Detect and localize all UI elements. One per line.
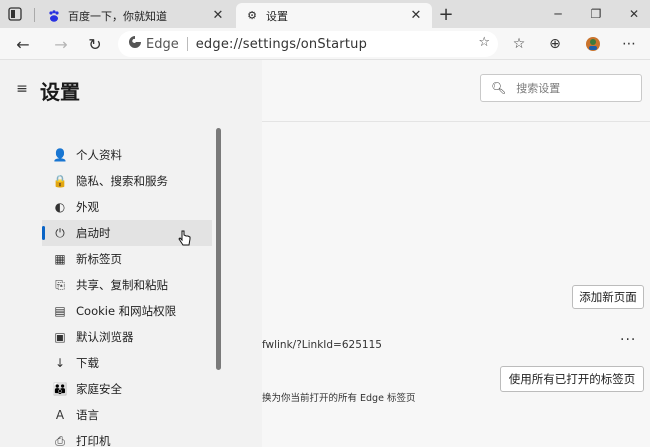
lock-icon: 🔒 [52,174,68,188]
address-bar[interactable]: Edge edge://settings/onStartup ☆ [118,31,498,57]
family-icon: 👪 [52,382,68,396]
sidebar-item-downloads[interactable]: ↓ 下载 [42,350,212,376]
profile-icon: 👤 [52,148,68,162]
hamburger-menu-icon[interactable]: ≡ [14,81,30,97]
more-options-icon[interactable]: ... [620,328,636,344]
sidebar-item-privacy[interactable]: 🔒 隐私、搜索和服务 [42,168,212,194]
sidebar-item-label: 共享、复制和粘贴 [76,278,168,292]
sidebar-item-label: 默认浏览器 [76,330,134,344]
edge-logo-icon [128,35,142,53]
sidebar-item-label: 隐私、搜索和服务 [76,174,168,188]
new-tab-button[interactable]: + [436,4,456,25]
appearance-icon: ◐ [54,200,66,214]
baidu-paw-icon [46,8,62,24]
profile-avatar-icon[interactable] [582,33,604,55]
favorites-icon[interactable]: ☆ [508,33,530,55]
minimize-icon[interactable]: ─ [548,4,568,24]
use-open-tabs-description: 换为你当前打开的所有 Edge 标签页 [262,393,416,404]
sidebar-item-profile[interactable]: 👤 个人资料 [42,142,212,168]
sidebar-item-default-browser[interactable]: ▣ 默认浏览器 [42,324,212,350]
search-placeholder: 搜索设置 [516,82,561,95]
language-icon: A [55,408,65,422]
page-title: 设置 [40,80,80,104]
tab-baidu[interactable]: 百度一下，你就知道 ✕ [38,3,234,28]
sidebar-item-label: 外观 [76,200,99,214]
power-icon: ⏻ [55,225,65,240]
back-icon[interactable]: ← [12,33,34,55]
sidebar-item-label: 家庭安全 [76,382,122,396]
restore-icon[interactable]: ❐ [586,4,606,24]
settings-main: 🔍︎ 搜索设置 添加新页面 ... fwlink/?LinkId=625115 … [262,60,650,447]
header-divider [262,121,650,122]
sidebar-item-label: 新标签页 [76,252,122,266]
forward-icon[interactable]: → [50,33,72,55]
tab-actions-icon[interactable] [6,5,24,23]
tab-title: 百度一下，你就知道 [68,9,167,23]
default-browser-icon: ▣ [54,330,66,344]
sidebar-item-family[interactable]: 👪 家庭安全 [42,376,212,402]
address-brand: Edge [146,36,179,52]
sidebar-item-appearance[interactable]: ◐ 外观 [42,194,212,220]
sidebar-item-languages[interactable]: A 语言 [42,402,212,428]
sidebar-item-label: Cookie 和网站权限 [76,304,177,318]
sidebar-item-label: 下载 [76,356,99,370]
settings-nav: 👤 个人资料 🔒 隐私、搜索和服务 ◐ 外观 ⏻ 启动时 ▦ 新标签页 ⎘ 共享… [42,142,212,447]
printer-icon: ⎙ [55,433,65,447]
tab-settings[interactable]: ⚙ 设置 ✕ [236,3,432,28]
settings-sidebar: ≡ 设置 👤 个人资料 🔒 隐私、搜索和服务 ◐ 外观 ⏻ 启动时 ▦ 新标签页… [0,60,262,447]
gear-icon: ⚙ [247,9,257,22]
add-favorite-icon[interactable]: ☆ [478,35,490,50]
collections-icon[interactable]: ⊕ [544,33,566,55]
address-url: edge://settings/onStartup [195,36,368,52]
window-close-icon[interactable]: ✕ [624,4,644,24]
close-icon[interactable]: ✕ [210,8,226,24]
add-new-page-button[interactable]: 添加新页面 [572,285,644,309]
sidebar-item-printers[interactable]: ⎙ 打印机 [42,428,212,447]
sidebar-item-label: 语言 [76,408,99,422]
sidebar-item-cookies[interactable]: ▤ Cookie 和网站权限 [42,298,212,324]
tab-strip: 百度一下，你就知道 ✕ ⚙ 设置 ✕ + ─ ❐ ✕ [0,0,650,28]
sidebar-item-label: 个人资料 [76,148,122,162]
share-icon: ⎘ [55,277,65,292]
toolbar: ← → ↻ Edge edge://settings/onStartup ☆ ☆… [0,28,650,60]
use-all-open-tabs-button[interactable]: 使用所有已打开的标签页 [500,366,644,392]
sidebar-item-share[interactable]: ⎘ 共享、复制和粘贴 [42,272,212,298]
tab-title: 设置 [266,9,288,23]
new-tab-icon: ▦ [54,252,66,266]
address-divider [186,37,188,51]
refresh-icon[interactable]: ↻ [84,33,106,55]
tab-separator [34,8,35,22]
sidebar-item-label: 启动时 [76,226,111,240]
search-input[interactable]: 🔍︎ 搜索设置 [480,74,642,102]
startup-page-url: fwlink/?LinkId=625115 [262,339,382,351]
download-icon: ↓ [54,356,66,370]
search-icon: 🔍︎ [491,81,507,95]
more-menu-icon[interactable]: ⋯ [618,33,640,55]
cookie-icon: ▤ [54,304,66,318]
sidebar-scrollbar[interactable] [216,128,221,370]
hand-cursor-icon [178,230,192,252]
sidebar-item-label: 打印机 [76,434,111,447]
close-icon[interactable]: ✕ [408,8,424,24]
